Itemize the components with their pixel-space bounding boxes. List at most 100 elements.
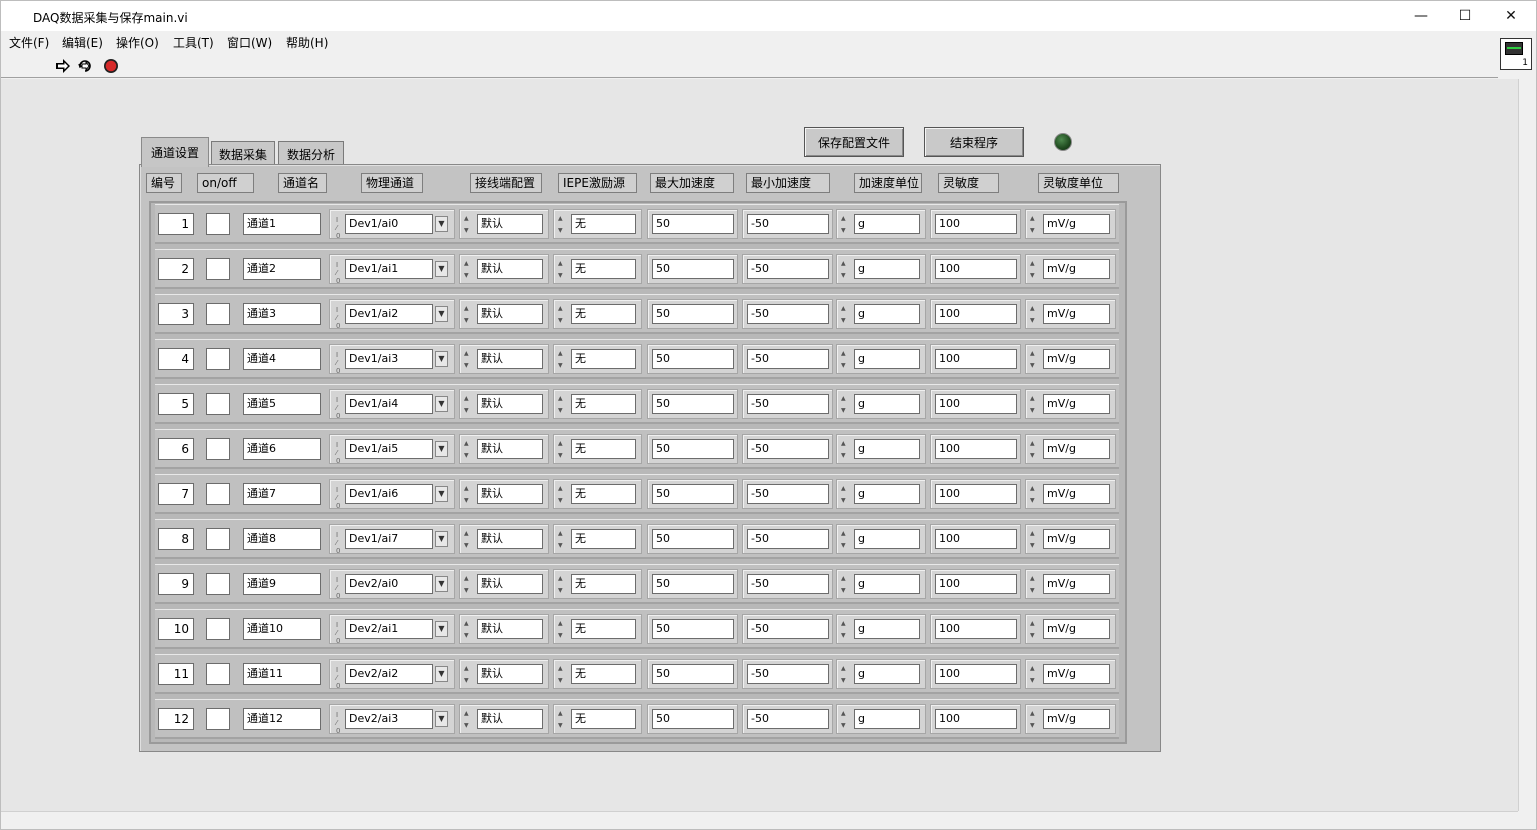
iepe-source-field[interactable]: 无 [571,529,636,549]
sensitivity-field[interactable]: 100 [935,664,1017,684]
channel-name-field[interactable]: 通道6 [243,438,321,460]
spin-arrows-icon[interactable]: ▲ ▼ [558,350,567,370]
save-config-button[interactable]: 保存配置文件 [804,127,904,157]
chevron-down-icon[interactable]: ▼ [435,666,448,682]
menu-help[interactable]: 帮助(H) [286,34,328,51]
spin-arrows-icon[interactable]: ▲ ▼ [464,530,473,550]
spin-arrows-icon[interactable]: ▲ ▼ [1030,440,1039,460]
sensitivity-field[interactable]: 100 [935,574,1017,594]
sensitivity-unit-field[interactable]: mV/g [1043,574,1110,594]
terminal-config-field[interactable]: 默认 [477,574,543,594]
physical-channel-field[interactable]: Dev2/ai2 [345,664,433,684]
max-accel-field[interactable]: 50 [652,349,734,369]
accel-unit-field[interactable]: g [854,394,920,414]
spin-arrows-icon[interactable]: ▲ ▼ [558,620,567,640]
sensitivity-unit-field[interactable]: mV/g [1043,619,1110,639]
channel-onoff-checkbox[interactable] [206,708,230,730]
spin-arrows-icon[interactable]: ▲ ▼ [841,395,850,415]
channel-onoff-checkbox[interactable] [206,483,230,505]
chevron-down-icon[interactable]: ▼ [435,396,448,412]
spin-arrows-icon[interactable]: ▲ ▼ [841,530,850,550]
end-program-button[interactable]: 结束程序 [924,127,1024,157]
channel-name-field[interactable]: 通道8 [243,528,321,550]
spin-arrows-icon[interactable]: ▲ ▼ [464,665,473,685]
physical-channel-field[interactable]: Dev2/ai0 [345,574,433,594]
physical-channel-field[interactable]: Dev1/ai4 [345,394,433,414]
physical-channel-field[interactable]: Dev1/ai3 [345,349,433,369]
vi-connector-icon[interactable]: 1 [1500,38,1532,70]
channel-id-field[interactable]: 5 [158,393,194,415]
spin-arrows-icon[interactable]: ▲ ▼ [841,575,850,595]
sensitivity-field[interactable]: 100 [935,439,1017,459]
spin-arrows-icon[interactable]: ▲ ▼ [841,440,850,460]
channel-onoff-checkbox[interactable] [206,213,230,235]
iepe-source-field[interactable]: 无 [571,214,636,234]
accel-unit-field[interactable]: g [854,574,920,594]
sensitivity-field[interactable]: 100 [935,484,1017,504]
vertical-scrollbar[interactable] [1518,79,1536,811]
channel-onoff-checkbox[interactable] [206,573,230,595]
spin-arrows-icon[interactable]: ▲ ▼ [1030,710,1039,730]
physical-channel-field[interactable]: Dev2/ai1 [345,619,433,639]
sensitivity-field[interactable]: 100 [935,304,1017,324]
accel-unit-field[interactable]: g [854,439,920,459]
min-accel-field[interactable]: -50 [747,484,829,504]
chevron-down-icon[interactable]: ▼ [435,711,448,727]
spin-arrows-icon[interactable]: ▲ ▼ [841,620,850,640]
sensitivity-unit-field[interactable]: mV/g [1043,214,1110,234]
iepe-source-field[interactable]: 无 [571,304,636,324]
max-accel-field[interactable]: 50 [652,484,734,504]
channel-onoff-checkbox[interactable] [206,438,230,460]
channel-name-field[interactable]: 通道7 [243,483,321,505]
channel-onoff-checkbox[interactable] [206,348,230,370]
spin-arrows-icon[interactable]: ▲ ▼ [1030,260,1039,280]
sensitivity-unit-field[interactable]: mV/g [1043,259,1110,279]
spin-arrows-icon[interactable]: ▲ ▼ [464,575,473,595]
max-accel-field[interactable]: 50 [652,259,734,279]
terminal-config-field[interactable]: 默认 [477,709,543,729]
accel-unit-field[interactable]: g [854,259,920,279]
max-accel-field[interactable]: 50 [652,394,734,414]
min-accel-field[interactable]: -50 [747,214,829,234]
chevron-down-icon[interactable]: ▼ [435,486,448,502]
spin-arrows-icon[interactable]: ▲ ▼ [464,710,473,730]
sensitivity-unit-field[interactable]: mV/g [1043,304,1110,324]
spin-arrows-icon[interactable]: ▲ ▼ [464,260,473,280]
spin-arrows-icon[interactable]: ▲ ▼ [841,665,850,685]
sensitivity-unit-field[interactable]: mV/g [1043,484,1110,504]
spin-arrows-icon[interactable]: ▲ ▼ [558,485,567,505]
iepe-source-field[interactable]: 无 [571,259,636,279]
iepe-source-field[interactable]: 无 [571,709,636,729]
physical-channel-field[interactable]: Dev1/ai1 [345,259,433,279]
spin-arrows-icon[interactable]: ▲ ▼ [1030,665,1039,685]
sensitivity-unit-field[interactable]: mV/g [1043,439,1110,459]
minimize-button[interactable]: — [1398,1,1444,31]
abort-stop-icon[interactable] [102,57,120,75]
channel-onoff-checkbox[interactable] [206,303,230,325]
max-accel-field[interactable]: 50 [652,709,734,729]
run-continuously-icon[interactable] [76,57,94,75]
spin-arrows-icon[interactable]: ▲ ▼ [558,530,567,550]
terminal-config-field[interactable]: 默认 [477,439,543,459]
iepe-source-field[interactable]: 无 [571,484,636,504]
max-accel-field[interactable]: 50 [652,214,734,234]
terminal-config-field[interactable]: 默认 [477,484,543,504]
min-accel-field[interactable]: -50 [747,529,829,549]
spin-arrows-icon[interactable]: ▲ ▼ [841,485,850,505]
physical-channel-field[interactable]: Dev1/ai6 [345,484,433,504]
max-accel-field[interactable]: 50 [652,304,734,324]
min-accel-field[interactable]: -50 [747,709,829,729]
max-accel-field[interactable]: 50 [652,619,734,639]
spin-arrows-icon[interactable]: ▲ ▼ [841,305,850,325]
min-accel-field[interactable]: -50 [747,439,829,459]
physical-channel-field[interactable]: Dev2/ai3 [345,709,433,729]
min-accel-field[interactable]: -50 [747,664,829,684]
accel-unit-field[interactable]: g [854,709,920,729]
iepe-source-field[interactable]: 无 [571,574,636,594]
sensitivity-unit-field[interactable]: mV/g [1043,529,1110,549]
spin-arrows-icon[interactable]: ▲ ▼ [558,575,567,595]
iepe-source-field[interactable]: 无 [571,664,636,684]
sensitivity-field[interactable]: 100 [935,619,1017,639]
min-accel-field[interactable]: -50 [747,259,829,279]
sensitivity-field[interactable]: 100 [935,214,1017,234]
